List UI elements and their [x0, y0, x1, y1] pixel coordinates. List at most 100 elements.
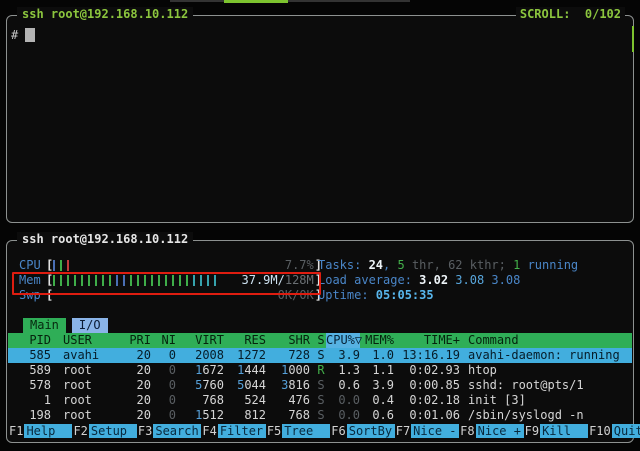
- table-row[interactable]: 198root2001512812768S0.00.60:01.06/sbin/…: [8, 408, 632, 423]
- cell-pri: 20: [121, 378, 151, 393]
- fkey-label: Kill: [540, 424, 588, 438]
- meter-label: Mem: [19, 273, 46, 288]
- meter-bar: [60, 275, 62, 286]
- cell-pid: 198: [8, 408, 51, 423]
- table-row[interactable]: 589root200167214441000R1.31.10:02.93htop: [8, 363, 632, 378]
- meter-bar: [81, 275, 83, 286]
- pane-border-accent: [632, 26, 634, 52]
- meter-value: 0K/0K: [278, 288, 314, 303]
- stat-segment: 3.02: [419, 273, 455, 287]
- fkey-quit[interactable]: F10Quit: [588, 424, 640, 438]
- cell-pri: 20: [121, 393, 151, 408]
- cell-mem: 1.1: [360, 363, 394, 378]
- cell-time: 0:00.85: [394, 378, 460, 393]
- scroll-indicator: SCROLL: 0/102: [516, 7, 625, 21]
- cell-ni: 0: [151, 393, 176, 408]
- screen-top-green-artifact: [224, 0, 288, 3]
- meter-bar: [67, 260, 69, 271]
- cell-shr: 728: [266, 348, 310, 363]
- value-leading-digit: 1: [281, 363, 288, 377]
- cell-pid: 589: [8, 363, 51, 378]
- column-header-ni[interactable]: NI: [151, 333, 176, 348]
- column-header-res[interactable]: RES: [224, 333, 266, 348]
- mem-used-value: 37.9M/: [242, 273, 285, 287]
- tab-main[interactable]: Main: [23, 318, 66, 333]
- screen-top-shadow: [170, 0, 410, 2]
- column-header-shr[interactable]: SHR: [266, 333, 310, 348]
- cell-cpu: 0.0: [326, 393, 360, 408]
- cell-cmd: /sbin/syslogd -n: [468, 408, 632, 423]
- stat-segment: 3.08: [491, 273, 520, 287]
- fkey-number: F8: [459, 424, 475, 438]
- column-header-mem[interactable]: MEM%: [360, 333, 394, 348]
- cell-user: avahi: [63, 348, 121, 363]
- meter-open-bracket: [: [46, 288, 53, 303]
- table-row[interactable]: 1root200768524476S0.00.40:02.18init [3]: [8, 393, 632, 408]
- terminal-pane-top[interactable]: ssh root@192.168.10.112 SCROLL: 0/102 #: [6, 15, 634, 223]
- cell-cpu: 1.3: [326, 363, 360, 378]
- fkey-nice-[interactable]: F8Nice +: [459, 424, 523, 438]
- meter-bar: [172, 275, 174, 286]
- fkey-setup[interactable]: F2Setup: [72, 424, 136, 438]
- fkey-number: F6: [330, 424, 346, 438]
- fkey-number: F1: [8, 424, 24, 438]
- meter-bar: [102, 275, 104, 286]
- stat-segment: Uptime:: [318, 288, 376, 302]
- fkey-number: F2: [72, 424, 88, 438]
- fkey-number: F10: [588, 424, 612, 438]
- column-header-cmd[interactable]: Command: [468, 333, 632, 348]
- meter-bar: [53, 275, 55, 286]
- fkey-label: Quit: [612, 424, 640, 438]
- cell-res: 524: [224, 393, 266, 408]
- fkey-help[interactable]: F1Help: [8, 424, 72, 438]
- meter-bar: [60, 260, 62, 271]
- cell-ni: 0: [151, 348, 176, 363]
- meter-bar: [179, 275, 181, 286]
- table-row[interactable]: 585avahi20020081272728S3.91.013:16.19ava…: [8, 348, 632, 363]
- column-header-pid[interactable]: PID: [8, 333, 51, 348]
- cpu-meter: CPU[7.7%]: [19, 258, 322, 273]
- fkey-sortby[interactable]: F6SortBy: [330, 424, 394, 438]
- cell-cpu: 0.6: [326, 378, 360, 393]
- meter-bar: [137, 275, 139, 286]
- value-leading-digit: 1: [195, 408, 202, 422]
- column-header-virt[interactable]: VIRT: [176, 333, 224, 348]
- column-header-user[interactable]: USER: [63, 333, 121, 348]
- fkey-label: Nice +: [476, 424, 524, 438]
- cell-virt: 768: [176, 393, 224, 408]
- cell-mem: 0.6: [360, 408, 394, 423]
- fkey-tree[interactable]: F5Tree: [266, 424, 330, 438]
- table-row[interactable]: 578root200576050443816S0.63.90:00.85sshd…: [8, 378, 632, 393]
- cell-cpu: 3.9: [326, 348, 360, 363]
- table-header-row: PID USERPRINIVIRTRESSHR SCPU%▽MEM%TIME+ Com…: [8, 333, 632, 348]
- cell-res: 1272: [224, 348, 266, 363]
- cell-pid: 578: [8, 378, 51, 393]
- stat-segment: 24: [369, 258, 383, 272]
- cell-virt: 2008: [176, 348, 224, 363]
- htop-stats: Tasks: 24, 5 thr, 62 kthr; 1 runningLoad…: [318, 258, 578, 303]
- meter-label: Swp: [19, 288, 46, 303]
- fkey-kill[interactable]: F9Kill: [524, 424, 588, 438]
- shell-prompt: #: [11, 27, 35, 43]
- cell-pri: 20: [121, 348, 151, 363]
- cell-s: S: [316, 408, 326, 423]
- fkey-nice-[interactable]: F7Nice -: [395, 424, 459, 438]
- fkey-search[interactable]: F3Search: [137, 424, 201, 438]
- stat-segment: running: [520, 258, 578, 272]
- tab-i-o[interactable]: I/O: [72, 318, 108, 333]
- meter-bar: [109, 275, 111, 286]
- fkey-filter[interactable]: F4Filter: [201, 424, 265, 438]
- cell-res: 5044: [224, 378, 266, 393]
- column-header-s[interactable]: S: [316, 333, 326, 348]
- terminal-pane-bottom[interactable]: ssh root@192.168.10.112 CPU[7.7%]Mem[37.…: [6, 240, 634, 443]
- column-header-pri[interactable]: PRI: [121, 333, 151, 348]
- stat-segment: thr,: [405, 258, 448, 272]
- fkey-number: F7: [395, 424, 411, 438]
- cell-mem: 0.4: [360, 393, 394, 408]
- column-header-cpu[interactable]: CPU%▽: [326, 333, 360, 348]
- process-table: PIDUSERPRINIVIRTRESSHRSCPU%▽MEM%TIME+Com…: [8, 333, 632, 423]
- meter-label: CPU: [19, 258, 46, 273]
- column-header-time[interactable]: TIME+: [394, 333, 460, 348]
- function-key-bar: F1HelpF2SetupF3SearchF4FilterF5TreeF6Sor…: [8, 424, 632, 438]
- cell-res: 1444: [224, 363, 266, 378]
